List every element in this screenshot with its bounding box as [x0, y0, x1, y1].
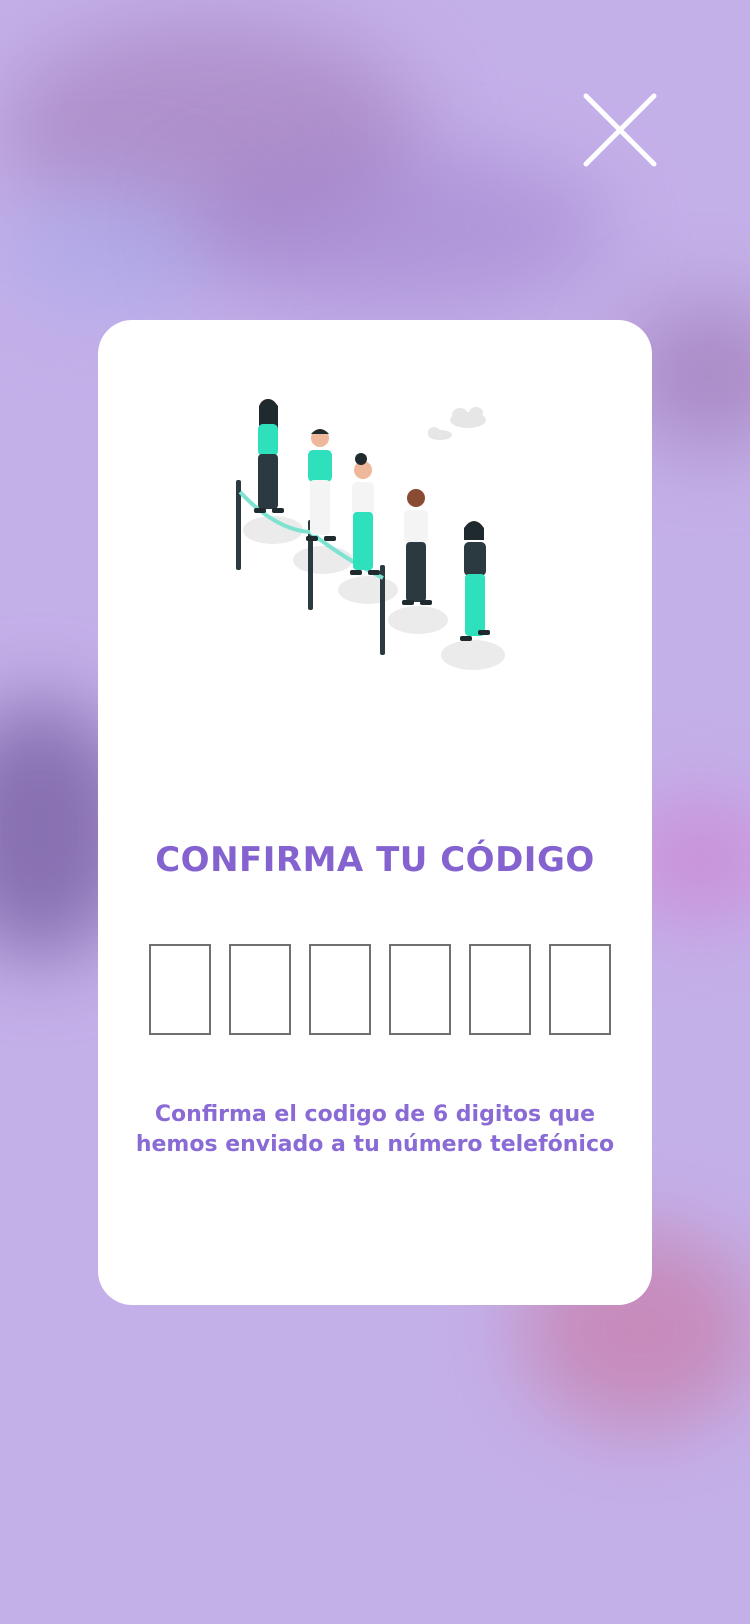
code-digit-input[interactable] [549, 944, 611, 1035]
code-digit-input[interactable] [309, 944, 371, 1035]
code-digit-input[interactable] [149, 944, 211, 1035]
person-figure [254, 399, 284, 513]
instructions-text: Confirma el codigo de 6 digitos que hemo… [135, 1102, 615, 1157]
person-figure [306, 429, 336, 541]
confirm-code-modal: CONFIRMA TU CÓDIGO Confirma el codigo de… [98, 320, 652, 1305]
person-figure [402, 489, 432, 605]
page-title: CONFIRMA TU CÓDIGO [155, 840, 595, 880]
close-icon [583, 93, 657, 167]
person-figure [460, 521, 490, 641]
people-in-queue-illustration [236, 399, 505, 670]
code-digit-input[interactable] [389, 944, 451, 1035]
verification-code-input [149, 944, 611, 1035]
code-digit-input[interactable] [469, 944, 531, 1035]
person-figure [350, 453, 380, 575]
background-blur-shape [0, 180, 220, 320]
close-button[interactable] [580, 90, 660, 170]
background-blur-shape [190, 150, 610, 310]
cloud-icon [428, 407, 486, 440]
code-digit-input[interactable] [229, 944, 291, 1035]
